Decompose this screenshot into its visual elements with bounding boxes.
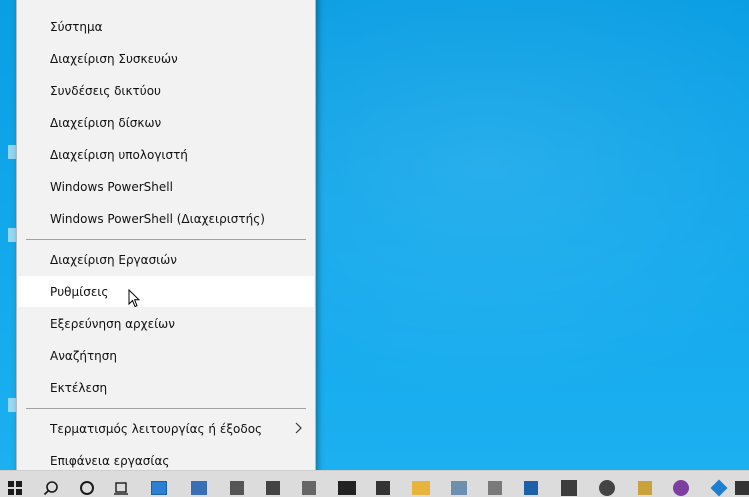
menu-item-label: Συνδέσεις δικτύου — [50, 83, 161, 98]
menu-item-file-explorer[interactable]: Εξερεύνηση αρχείων — [18, 308, 314, 339]
app-icon-15[interactable] — [710, 479, 728, 497]
menu-item-run[interactable]: Εκτέλεση — [18, 372, 314, 403]
app-icon-4[interactable] — [264, 479, 282, 497]
menu-separator — [26, 239, 306, 240]
menu-item-label: Σύστημα — [50, 19, 103, 34]
app-icon-8[interactable] — [450, 479, 468, 497]
desktop-icon-edge[interactable] — [8, 398, 16, 412]
menu-item-powershell-admin[interactable]: Windows PowerShell (Διαχειριστής) — [18, 203, 314, 234]
app-icon-2[interactable] — [190, 479, 208, 497]
cortana-icon[interactable] — [78, 479, 96, 497]
app-icon-7[interactable] — [374, 479, 392, 497]
desktop-icon-edge[interactable] — [8, 228, 16, 242]
task-view-icon[interactable] — [112, 479, 130, 497]
app-icon-9[interactable] — [486, 479, 504, 497]
menu-item-label: Αναζήτηση — [50, 348, 117, 363]
menu-item-label: Διαχείριση Εργασιών — [50, 252, 177, 267]
menu-item-label: Διαχείριση δίσκων — [50, 115, 162, 130]
app-icon-3[interactable] — [228, 479, 246, 497]
app-icon-12[interactable] — [598, 479, 616, 497]
menu-item-shutdown-or-signout[interactable]: Τερματισμός λειτουργίας ή έξοδος — [18, 413, 314, 444]
app-icon-10[interactable] — [522, 479, 540, 497]
app-icon-11[interactable] — [560, 479, 578, 497]
menu-item-task-manager[interactable]: Διαχείριση Εργασιών — [18, 244, 314, 275]
menu-item-label: Windows PowerShell — [50, 179, 173, 194]
app-icon-14[interactable] — [672, 479, 690, 497]
app-icon-16[interactable] — [733, 479, 749, 497]
menu-item-label: Εκτέλεση — [50, 380, 108, 395]
taskbar — [0, 470, 749, 497]
menu-item-device-manager[interactable]: Διαχείριση Συσκευών — [18, 43, 314, 74]
menu-item-computer-management[interactable]: Διαχείριση υπολογιστή — [18, 139, 314, 170]
desktop-icon-edge[interactable] — [8, 145, 16, 159]
chevron-right-icon — [295, 422, 302, 434]
app-icon-13[interactable] — [636, 479, 654, 497]
menu-item-partial[interactable] — [18, 0, 314, 3]
mouse-cursor-icon — [128, 289, 140, 308]
menu-item-settings[interactable]: Ρυθμίσεις — [18, 276, 314, 307]
menu-item-label: Ρυθμίσεις — [50, 284, 109, 299]
start-icon[interactable] — [6, 479, 24, 497]
menu-item-label: Διαχείριση Συσκευών — [50, 51, 178, 66]
app-icon-6[interactable] — [338, 479, 356, 497]
search-icon[interactable] — [42, 479, 60, 497]
menu-item-search[interactable]: Αναζήτηση — [18, 340, 314, 371]
menu-item-powershell[interactable]: Windows PowerShell — [18, 171, 314, 202]
menu-item-label: Τερματισμός λειτουργίας ή έξοδος — [50, 421, 263, 436]
folder-icon[interactable] — [412, 479, 430, 497]
menu-item-label: Εξερεύνηση αρχείων — [50, 316, 175, 331]
menu-item-label: Windows PowerShell (Διαχειριστής) — [50, 211, 265, 226]
app-icon-5[interactable] — [300, 479, 318, 497]
app-icon-1[interactable] — [150, 479, 168, 497]
menu-item-label: Διαχείριση υπολογιστή — [50, 147, 188, 162]
menu-separator — [26, 408, 306, 409]
menu-item-disk-management[interactable]: Διαχείριση δίσκων — [18, 107, 314, 138]
menu-item-label: Επιφάνεια εργασίας — [50, 453, 170, 468]
winx-context-menu: Σύστημα Διαχείριση Συσκευών Συνδέσεις δι… — [16, 0, 316, 477]
menu-item-network-connections[interactable]: Συνδέσεις δικτύου — [18, 75, 314, 106]
menu-item-system[interactable]: Σύστημα — [18, 11, 314, 42]
